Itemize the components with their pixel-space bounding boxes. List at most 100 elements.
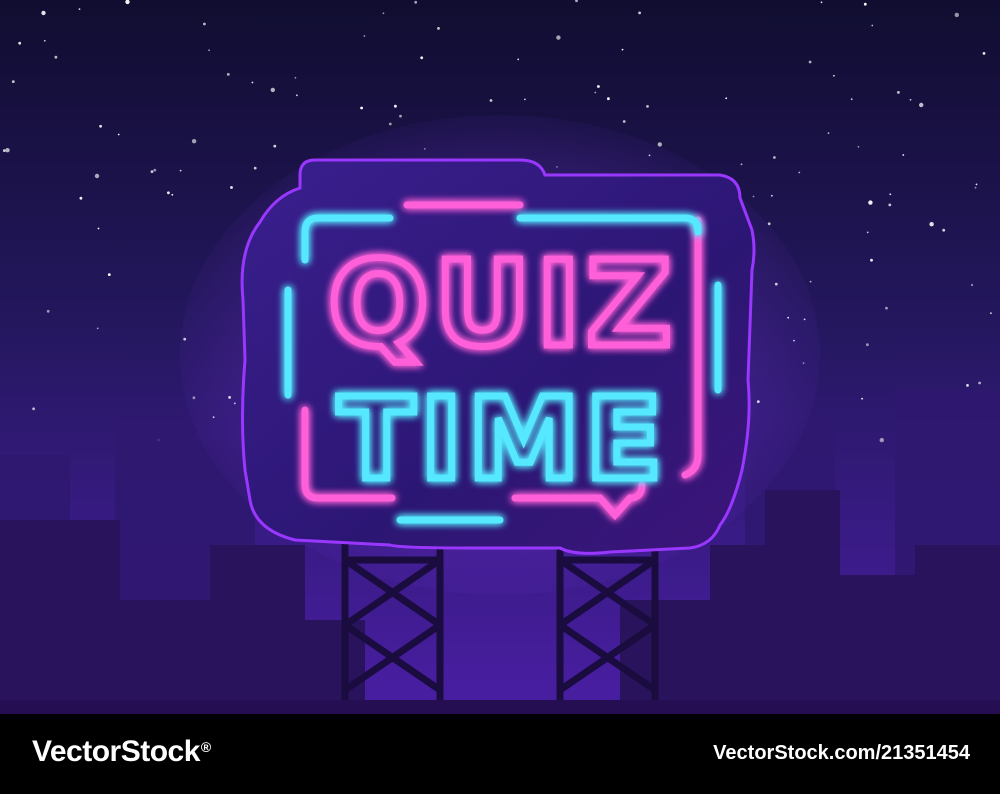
star	[863, 2, 867, 6]
star	[638, 11, 641, 15]
star	[861, 397, 863, 400]
star	[954, 12, 959, 18]
star	[251, 81, 254, 84]
star	[888, 203, 892, 207]
star	[902, 154, 905, 156]
star	[974, 186, 977, 189]
star	[399, 114, 402, 118]
star	[929, 222, 934, 227]
star	[99, 124, 102, 128]
brand-text: VectorStock	[32, 735, 200, 768]
time-neon-text: TIME	[338, 375, 668, 505]
star	[657, 142, 662, 147]
star	[420, 56, 424, 60]
star	[363, 35, 366, 37]
star	[153, 168, 157, 172]
star	[897, 91, 900, 94]
star	[54, 55, 58, 59]
star	[879, 437, 884, 443]
star	[273, 144, 277, 148]
star	[889, 193, 892, 196]
star	[18, 41, 22, 45]
star	[32, 407, 35, 411]
star	[942, 228, 946, 232]
star	[808, 60, 812, 64]
star	[909, 98, 912, 101]
star	[871, 24, 874, 27]
star	[597, 85, 600, 88]
poster: QUIZ TIME VectorStock® VectorStock.com/2…	[0, 0, 1000, 794]
image-id-text: VectorStock.com/21351454	[713, 742, 970, 764]
star	[94, 173, 100, 179]
star	[833, 74, 835, 77]
star	[820, 1, 823, 4]
star	[809, 280, 812, 283]
star	[621, 48, 624, 51]
star	[885, 306, 888, 310]
star	[97, 227, 100, 230]
star	[167, 191, 170, 195]
star	[203, 22, 206, 26]
star	[294, 76, 297, 79]
star	[966, 384, 969, 387]
star	[646, 105, 649, 108]
star	[725, 97, 728, 100]
star	[437, 27, 440, 30]
star	[96, 327, 99, 330]
star	[394, 104, 397, 108]
star	[607, 97, 610, 101]
star	[388, 122, 392, 126]
star	[171, 193, 174, 196]
star	[857, 145, 860, 148]
star	[11, 80, 15, 83]
star	[556, 35, 561, 40]
star	[868, 200, 873, 205]
star	[253, 166, 257, 170]
star	[179, 169, 182, 172]
vectorstock-logo: VectorStock®	[32, 735, 211, 769]
star	[489, 99, 493, 102]
star	[870, 258, 873, 262]
star	[971, 284, 973, 286]
ground	[0, 700, 1000, 714]
registered-mark: ®	[200, 739, 211, 755]
star	[414, 0, 418, 4]
star	[117, 133, 120, 136]
watermark-bar: VectorStock® VectorStock.com/21351454	[0, 714, 1000, 794]
star	[982, 52, 986, 55]
star	[43, 39, 46, 42]
star	[41, 10, 46, 16]
star	[771, 194, 773, 197]
star	[2, 149, 6, 153]
star	[740, 163, 743, 166]
star	[866, 343, 869, 347]
star	[594, 91, 597, 94]
star	[866, 231, 869, 234]
star	[919, 102, 924, 108]
star	[850, 98, 853, 101]
quiz-neon-text: QUIZ	[328, 235, 678, 373]
star	[517, 58, 520, 61]
star	[360, 106, 363, 110]
star	[5, 148, 10, 153]
star	[230, 186, 233, 189]
star	[208, 49, 211, 52]
star	[827, 132, 830, 135]
star	[798, 171, 801, 174]
star	[382, 12, 385, 15]
star	[226, 73, 230, 76]
star	[107, 273, 111, 276]
star	[150, 170, 154, 174]
star	[46, 309, 50, 313]
star	[78, 8, 81, 11]
star	[270, 87, 275, 93]
star	[622, 120, 626, 123]
star	[990, 312, 992, 315]
star	[978, 381, 981, 385]
star	[752, 195, 755, 198]
star	[296, 94, 298, 97]
star	[975, 183, 978, 186]
star	[773, 156, 776, 159]
star	[191, 139, 197, 144]
neon-quiz-illustration: QUIZ TIME	[0, 0, 1000, 714]
